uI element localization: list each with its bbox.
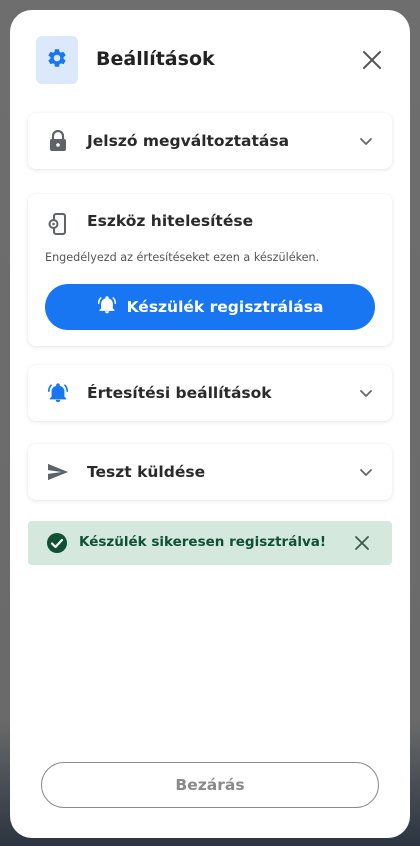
gear-icon: [46, 47, 68, 73]
settings-dialog: Beállítások Jelszó megváltoztatása Eszkö…: [10, 10, 410, 838]
close-button[interactable]: Bezárás: [41, 762, 379, 808]
notification-settings-row[interactable]: Értesítési beállítások: [28, 365, 392, 421]
phone-settings-icon: [46, 212, 70, 236]
success-alert-text: Készülék sikeresen regisztrálva!: [79, 534, 327, 550]
send-test-row[interactable]: Teszt küldése: [28, 444, 392, 500]
send-test-label: Teszt küldése: [87, 463, 206, 481]
register-device-label: Készülék regisztrálása: [126, 298, 324, 316]
register-device-button[interactable]: Készülék regisztrálása: [45, 284, 375, 330]
chevron-down-icon: [358, 464, 374, 480]
password-change-label: Jelszó megváltoztatása: [87, 132, 290, 150]
header-icon-box: [36, 36, 78, 84]
success-alert: Készülék sikeresen regisztrálva!: [28, 521, 392, 565]
device-auth-card: Eszköz hitelesítése Engedélyezd az értes…: [28, 194, 392, 346]
send-icon: [46, 460, 70, 484]
bell-icon: [97, 295, 117, 319]
check-circle-icon: [46, 532, 68, 554]
password-change-row[interactable]: Jelszó megváltoztatása: [28, 113, 392, 169]
close-icon[interactable]: [360, 48, 384, 72]
chevron-down-icon: [358, 133, 374, 149]
page-title: Beállítások: [96, 48, 215, 70]
dialog-header: Beállítások: [36, 36, 384, 86]
lock-icon: [46, 129, 70, 153]
close-icon[interactable]: [352, 533, 372, 553]
chevron-down-icon: [358, 385, 374, 401]
notification-settings-label: Értesítési beállítások: [87, 384, 272, 402]
bell-icon: [46, 381, 70, 405]
device-auth-title: Eszköz hitelesítése: [87, 212, 254, 230]
device-auth-description: Engedélyezd az értesítéseket ezen a kész…: [45, 251, 320, 264]
